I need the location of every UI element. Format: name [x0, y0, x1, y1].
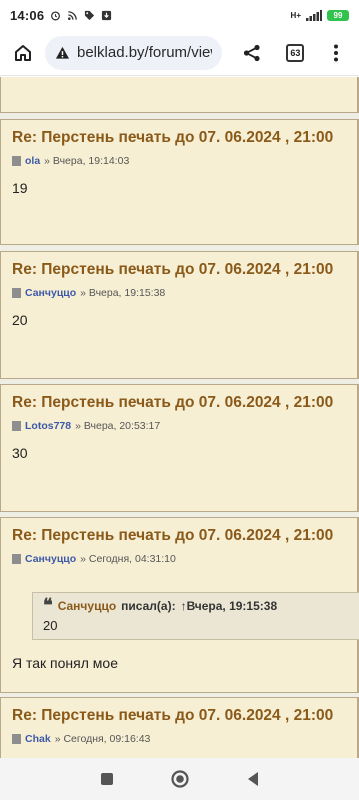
recents-icon	[100, 773, 113, 785]
recents-button[interactable]	[87, 759, 127, 799]
post-doc-icon[interactable]	[12, 421, 21, 431]
back-icon	[247, 772, 258, 786]
system-nav-bar	[0, 758, 359, 800]
forum-content: Re: Перстень печать до 07. 06.2024 , 21:…	[0, 77, 359, 758]
download-box-icon	[102, 10, 112, 20]
home-nav-icon	[170, 770, 189, 788]
post-body: 19	[12, 180, 28, 196]
tab-switcher-button[interactable]: 63	[281, 38, 310, 68]
home-icon	[14, 44, 31, 61]
post-author[interactable]: Lotos778	[25, 420, 71, 432]
status-right: H+ 99	[290, 9, 349, 21]
post-author[interactable]: Санчуццо	[25, 287, 76, 299]
post-author[interactable]: Chak	[25, 733, 51, 745]
post-time: » Вчера, 20:53:17	[75, 420, 161, 432]
post-doc-icon[interactable]	[12, 554, 21, 564]
status-bar: 14:06 H+ 99	[0, 0, 359, 30]
forum-post: Re: Перстень печать до 07. 06.2024 , 21:…	[0, 119, 359, 245]
quote-header: ❝ Санчуццо писал(а): ↑Вчера, 19:15:38	[43, 595, 350, 616]
post-meta: Санчуццо » Вчера, 19:15:38	[12, 287, 165, 299]
post-time: » Вчера, 19:14:03	[44, 155, 130, 167]
post-title[interactable]: Re: Перстень печать до 07. 06.2024 , 21:…	[12, 261, 333, 279]
post-meta: ola » Вчера, 19:14:03	[12, 155, 129, 167]
post-doc-icon[interactable]	[12, 734, 21, 744]
quote-block: ❝ Санчуццо писал(а): ↑Вчера, 19:15:38 20	[32, 592, 359, 640]
home-nav-button[interactable]	[160, 759, 200, 799]
forum-post: Re: Перстень печать до 07. 06.2024 , 21:…	[0, 384, 359, 512]
menu-button[interactable]	[322, 38, 351, 68]
post-doc-icon[interactable]	[12, 156, 21, 166]
more-icon	[334, 44, 339, 61]
post-title[interactable]: Re: Перстень печать до 07. 06.2024 , 21:…	[12, 394, 333, 412]
tab-count: 63	[286, 43, 305, 62]
quote-icon: ❝	[43, 595, 53, 616]
post-time: » Вчера, 19:15:38	[80, 287, 166, 299]
tag-icon	[85, 10, 95, 20]
network-type: H+	[290, 10, 301, 20]
post-author[interactable]: ola	[25, 155, 40, 167]
home-button[interactable]	[8, 38, 37, 68]
post-doc-icon[interactable]	[12, 288, 21, 298]
info-icon[interactable]	[55, 45, 70, 61]
quote-author[interactable]: Санчуццо	[58, 599, 116, 613]
forum-post: Re: Перстень печать до 07. 06.2024 , 21:…	[0, 697, 359, 758]
rss-icon	[68, 10, 78, 20]
browser-toolbar: belklad.by/forum/view 63	[0, 30, 359, 76]
signal-icon	[306, 9, 322, 21]
post-partial	[0, 77, 359, 113]
post-body: Я так понял мое	[12, 655, 118, 671]
post-body: 30	[12, 445, 28, 461]
post-author[interactable]: Санчуццо	[25, 553, 76, 565]
post-meta: Lotos778 » Вчера, 20:53:17	[12, 420, 160, 432]
post-meta: Санчуццо » Сегодня, 04:31:10	[12, 553, 176, 565]
quote-source-link[interactable]: ↑Вчера, 19:15:38	[181, 599, 278, 613]
quote-text: 20	[43, 618, 58, 633]
post-title[interactable]: Re: Перстень печать до 07. 06.2024 , 21:…	[12, 527, 333, 545]
address-bar[interactable]: belklad.by/forum/view	[45, 35, 222, 70]
share-button[interactable]	[238, 38, 267, 68]
post-body: 20	[12, 312, 28, 328]
quote-wrote: писал(а):	[121, 599, 176, 613]
post-time: » Сегодня, 09:16:43	[54, 733, 151, 745]
share-icon	[244, 44, 260, 61]
forum-post: Re: Перстень печать до 07. 06.2024 , 21:…	[0, 517, 359, 693]
alarm-icon	[51, 10, 61, 20]
post-meta: Chak » Сегодня, 09:16:43	[12, 733, 150, 745]
status-left: 14:06	[10, 8, 112, 23]
forum-post: Re: Перстень печать до 07. 06.2024 , 21:…	[0, 251, 359, 379]
back-button[interactable]	[233, 759, 273, 799]
post-time: » Сегодня, 04:31:10	[80, 553, 176, 565]
status-time: 14:06	[10, 7, 45, 23]
battery-indicator: 99	[327, 9, 349, 21]
url-text: belklad.by/forum/view	[77, 44, 212, 61]
post-title[interactable]: Re: Перстень печать до 07. 06.2024 , 21:…	[12, 129, 333, 147]
post-title[interactable]: Re: Перстень печать до 07. 06.2024 , 21:…	[12, 707, 333, 725]
